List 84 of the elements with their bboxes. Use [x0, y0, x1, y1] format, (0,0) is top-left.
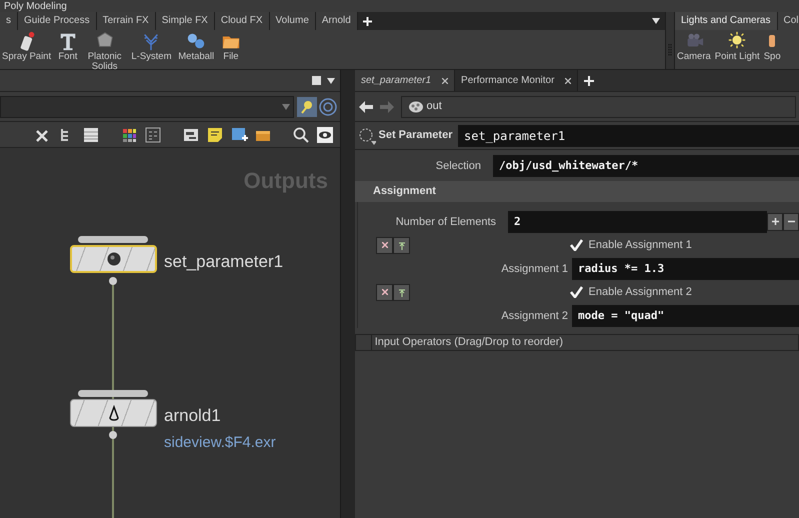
section-title: Input Operators (Drag/Drop to reorder) — [374, 335, 564, 350]
node-output-dot[interactable] — [109, 431, 117, 439]
checkbox-label: Enable Assignment 1 — [588, 238, 692, 253]
count-field[interactable]: 2 — [508, 210, 767, 233]
parameter-label: Selection — [434, 158, 482, 174]
checkmark-icon — [570, 239, 583, 252]
insert-arrow-icon — [398, 240, 404, 250]
node-output-path: sideview.$F4.exr — [164, 433, 276, 453]
shelf-tool[interactable]: Spo — [762, 30, 783, 62]
list-icon[interactable] — [82, 126, 100, 144]
node-input-bar[interactable] — [78, 390, 148, 397]
shelf-tool[interactable]: Platonic Solids — [82, 30, 127, 71]
shelf-tool[interactable]: Font — [56, 30, 80, 62]
shelf-tool[interactable]: Spray Paint — [0, 30, 54, 62]
checkbox[interactable] — [570, 286, 583, 299]
checkbox[interactable] — [570, 238, 583, 252]
selection-field[interactable]: /obj/usd_whitewater/* — [493, 155, 799, 177]
node-type-icon — [358, 126, 376, 144]
pane-tab[interactable]: set_parameter1 — [355, 70, 456, 91]
shelf-tool[interactable]: Point Light — [712, 30, 762, 62]
pin-icon[interactable] — [296, 96, 316, 116]
network-node[interactable] — [70, 245, 157, 273]
shelf-tab[interactable]: Volume — [270, 12, 316, 30]
network-path-field[interactable]: out — [400, 96, 796, 118]
dropdown-caret-icon — [282, 104, 290, 110]
assignment-field[interactable]: radius *= 1.3 — [572, 258, 799, 280]
search-icon[interactable] — [292, 126, 310, 144]
target-icon[interactable] — [319, 98, 338, 116]
node-name: set_parameter1 — [164, 251, 284, 273]
add-image-icon[interactable] — [230, 126, 248, 144]
remove-element-button[interactable] — [783, 212, 799, 231]
parameter-label: Number of Elements — [394, 214, 497, 230]
delete-entry-button[interactable] — [376, 236, 393, 254]
dropdown-caret-icon[interactable] — [326, 78, 334, 84]
close-icon[interactable] — [442, 78, 448, 84]
insert-entry-button[interactable] — [393, 284, 410, 301]
minus-icon — [788, 218, 794, 226]
shelf-tool[interactable]: L-System — [129, 30, 174, 62]
shelf-tab[interactable]: Terrain FX — [96, 12, 156, 30]
add-element-button[interactable] — [767, 212, 783, 231]
shelf-tab[interactable]: Col — [778, 12, 799, 30]
node-name: arnold1 — [164, 405, 221, 427]
parameter-label: Assignment 2 — [500, 308, 569, 324]
plus-icon[interactable] — [363, 16, 372, 26]
shelf-tab[interactable]: Guide Process — [18, 12, 97, 30]
sticky-note-icon[interactable] — [206, 126, 224, 144]
shelf-tab[interactable]: Simple FX — [156, 12, 215, 30]
shelf-tab[interactable]: Lights and Cameras — [675, 12, 778, 30]
node-input-bar[interactable] — [78, 236, 148, 243]
shelf-tool[interactable]: Metaball — [176, 30, 216, 62]
shelf-tab[interactable]: s — [0, 12, 18, 30]
close-icon — [382, 289, 388, 296]
back-arrow-icon[interactable] — [358, 100, 374, 114]
insert-entry-button[interactable] — [393, 236, 410, 254]
insert-arrow-icon — [398, 288, 404, 297]
dropdown-caret-icon[interactable] — [652, 18, 660, 24]
node-type-label: Set Parameter — [378, 128, 452, 144]
network-node[interactable] — [70, 399, 157, 427]
folder-header[interactable]: Assignment — [355, 180, 799, 202]
node-name-field[interactable]: set_parameter1 — [458, 124, 799, 146]
letter-t-icon — [58, 31, 78, 51]
grip-handle-icon[interactable] — [668, 44, 672, 56]
network-icon — [408, 100, 424, 112]
desktop-title: Poly Modeling — [3, 1, 67, 13]
shelf-tab[interactable]: Arnold — [316, 12, 358, 30]
close-icon — [382, 242, 388, 248]
plus-icon[interactable] — [584, 76, 594, 86]
shelf-tool[interactable]: File — [218, 30, 243, 62]
parameter-label: Assignment 1 — [500, 262, 569, 276]
shape-palette-icon[interactable] — [144, 126, 162, 144]
shelf-tab[interactable]: Cloud FX — [214, 12, 270, 30]
spheres-icon — [186, 31, 206, 51]
light-bulb-icon — [727, 31, 748, 51]
assignment-field[interactable]: mode = "quad" — [572, 304, 799, 327]
plus-icon — [772, 218, 778, 226]
close-icon[interactable] — [565, 78, 572, 84]
checkmark-icon — [570, 286, 583, 298]
shelf-tool[interactable]: Camera — [675, 30, 713, 62]
knob-icon — [106, 251, 122, 267]
pane-tab[interactable]: Performance Monitor — [455, 70, 578, 91]
node-output-dot[interactable] — [109, 277, 117, 285]
checkbox-label: Enable Assignment 2 — [588, 285, 692, 300]
eye-icon[interactable] — [316, 126, 334, 144]
delete-entry-button[interactable] — [376, 284, 393, 301]
